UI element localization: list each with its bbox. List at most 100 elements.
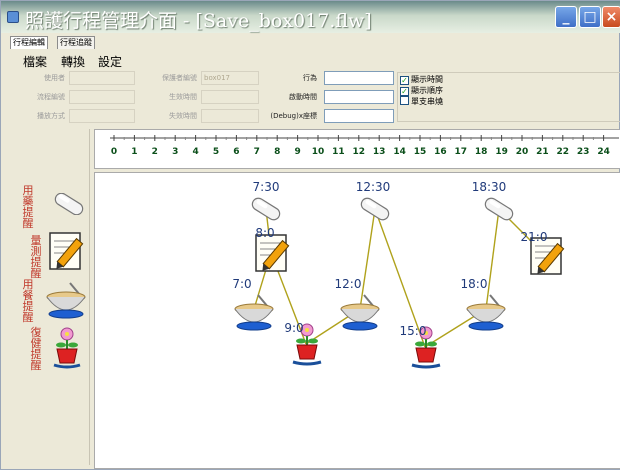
flow-node-measure-pen[interactable]: 8:0 — [255, 226, 290, 273]
flow-node-time-label: 12:0 — [335, 277, 362, 291]
ruler-tick-label: 0 — [111, 147, 117, 157]
ruler-tick-label: 10 — [312, 147, 325, 157]
time-ruler-svg: 0 1 2 3 4 5 6 7 8 9 10 11 12 13 14 15 16 17 18 19 20 21 22 23 24 — [110, 135, 619, 157]
ruler-tick-label: 12 — [353, 147, 366, 157]
title-bar: 照護行程管理介面 - [Save_box017.flw] _ □ × — [1, 1, 620, 33]
checkbox-empty-icon — [400, 96, 409, 105]
show-time-label: 顯示時間 — [411, 75, 443, 84]
flow-id-field[interactable] — [69, 90, 135, 104]
expire-time-field[interactable] — [201, 109, 259, 123]
flow-node-meal-bowl[interactable]: 7:0 — [232, 277, 274, 331]
flow-node-time-label: 9:0 — [284, 321, 303, 335]
ruler-tick-label: 11 — [332, 147, 345, 157]
flow-link — [359, 208, 376, 310]
palette-label-meal: 用餐提醒 — [22, 278, 34, 324]
flow-id-label: 流程編號 — [37, 93, 65, 101]
ruler-tick-label: 15 — [414, 147, 427, 157]
menu-bar: 檔案 轉換 設定 — [1, 51, 620, 69]
ruler-tick-label: 17 — [455, 147, 468, 157]
pill-icon[interactable] — [52, 192, 86, 219]
ruler-tick-label: 2 — [152, 147, 158, 157]
flow-node-rehab-plant[interactable]: 9:0 — [284, 321, 322, 366]
debug-x-field[interactable] — [324, 109, 394, 123]
play-mode-field[interactable] — [69, 109, 135, 123]
tab-schedule-track[interactable]: 行程追蹤 — [57, 36, 95, 49]
close-button[interactable]: × — [602, 6, 620, 28]
app-window: 照護行程管理介面 - [Save_box017.flw] _ □ × 行程編輯 … — [0, 0, 620, 470]
tab-bar: 行程編輯 行程追蹤 — [1, 35, 620, 50]
action-label: 行為 — [303, 74, 317, 82]
display-options-group: ✓ 顯示時間 ✓ 顯示順序 單支串燒 — [397, 72, 620, 122]
flow-node-measure-pen[interactable]: 21:0 — [521, 230, 565, 276]
play-mode-label: 播放方式 — [37, 112, 65, 120]
ruler-tick-label: 16 — [434, 147, 447, 157]
flow-node-time-label: 18:30 — [472, 180, 507, 194]
flow-canvas-svg: 7:30 8:0 7:0 9:0 12:0 12:30 15:0 18:0 18:30 21:0 — [232, 180, 565, 369]
ruler-tick-label: 4 — [192, 147, 198, 157]
show-order-label: 顯示順序 — [411, 86, 443, 95]
ruler-tick-label: 3 — [172, 147, 178, 157]
ruler-tick-label: 21 — [536, 147, 549, 157]
show-order-checkbox[interactable]: ✓ 顯示順序 — [400, 85, 443, 96]
palette-label-measure: 量測提醒 — [30, 234, 42, 280]
ruler-tick-label: 14 — [393, 147, 406, 157]
ruler-tick-label: 6 — [233, 147, 239, 157]
menu-file[interactable]: 檔案 — [23, 53, 47, 70]
flow-node-pill[interactable]: 7:30 — [250, 180, 282, 222]
flow-node-time-label: 8:0 — [255, 226, 274, 240]
flow-link — [485, 208, 500, 310]
ruler-tick-label: 24 — [597, 147, 610, 157]
ruler-tick-label: 20 — [516, 147, 529, 157]
flow-node-time-label: 15:0 — [400, 324, 427, 338]
user-label: 使用者 — [44, 74, 65, 82]
flow-node-rehab-plant[interactable]: 15:0 — [400, 324, 441, 369]
flow-node-meal-bowl[interactable]: 12:0 — [335, 277, 380, 331]
flow-node-time-label: 21:0 — [521, 230, 548, 244]
checkbox-mark-icon: ✓ — [400, 87, 409, 96]
expire-time-label: 失效時間 — [169, 112, 197, 120]
effective-time-field[interactable] — [201, 90, 259, 104]
minimize-button[interactable]: _ — [555, 6, 577, 28]
palette-label-medication: 用藥提醒 — [22, 184, 34, 230]
ruler-tick-label: 18 — [475, 147, 488, 157]
guardian-id-label: 保護者編號 — [162, 74, 197, 82]
guardian-id-field[interactable]: box017 — [201, 71, 259, 85]
ruler-tick-label: 7 — [254, 147, 260, 157]
maximize-button[interactable]: □ — [579, 6, 601, 28]
menu-convert[interactable]: 轉換 — [61, 53, 85, 70]
ruler-tick-label: 22 — [557, 147, 570, 157]
flow-node-pill[interactable]: 18:30 — [472, 180, 515, 222]
rehab-plant-icon[interactable] — [50, 325, 84, 373]
effective-time-label: 生效時間 — [169, 93, 197, 101]
ruler-tick-label: 5 — [213, 147, 219, 157]
time-ruler: 0 1 2 3 4 5 6 7 8 9 10 11 12 13 14 15 16 17 18 19 20 21 22 23 24 — [94, 129, 620, 169]
ruler-tick-label: 13 — [373, 147, 386, 157]
flow-node-time-label: 18:0 — [461, 277, 488, 291]
palette-label-rehab: 復健提醒 — [30, 326, 42, 372]
ruler-tick-label: 8 — [274, 147, 280, 157]
window-title: 照護行程管理介面 - [Save_box017.flw] — [25, 10, 372, 32]
tab-schedule-edit[interactable]: 行程編輯 — [10, 36, 48, 49]
flow-node-time-label: 7:30 — [253, 180, 280, 194]
measure-pen-icon[interactable] — [46, 229, 86, 277]
start-time-field[interactable] — [324, 90, 394, 104]
ruler-tick-label: 9 — [294, 147, 300, 157]
show-time-checkbox[interactable]: ✓ 顯示時間 — [400, 74, 443, 85]
user-field[interactable] — [69, 71, 135, 85]
ruler-tick-label: 19 — [495, 147, 508, 157]
single-chain-checkbox[interactable]: 單支串燒 — [400, 96, 443, 107]
ruler-tick-label: 1 — [131, 147, 137, 157]
ruler-tick-label: 23 — [577, 147, 590, 157]
reminder-palette: 用藥提醒 量測提醒 用餐提醒 復健提醒 — [8, 129, 90, 465]
flow-canvas[interactable]: 7:30 8:0 7:0 9:0 12:0 12:30 15:0 18:0 18:30 21:0 — [94, 172, 620, 469]
action-field[interactable] — [324, 71, 394, 85]
meal-bowl-icon[interactable] — [44, 281, 88, 323]
debug-x-label: (Debug)x座標 — [270, 112, 317, 120]
flow-node-meal-bowl[interactable]: 18:0 — [461, 277, 506, 331]
checkbox-mark-icon: ✓ — [400, 76, 409, 85]
app-icon — [7, 11, 19, 23]
flow-node-time-label: 7:0 — [232, 277, 251, 291]
start-time-label: 啟動時間 — [289, 93, 317, 101]
menu-settings[interactable]: 設定 — [98, 53, 122, 70]
flow-node-time-label: 12:30 — [356, 180, 391, 194]
